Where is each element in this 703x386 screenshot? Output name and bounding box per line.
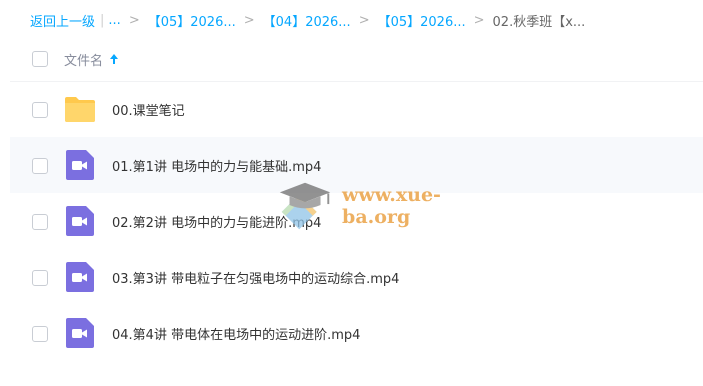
graduation-cap-logo-icon — [279, 182, 331, 230]
file-row-video[interactable]: 04.第4讲 带电体在电场中的运动进阶.mp4 — [10, 305, 703, 361]
file-name[interactable]: 04.第4讲 带电体在电场中的运动进阶.mp4 — [112, 324, 360, 343]
row-checkbox[interactable] — [32, 158, 48, 174]
file-name[interactable]: 03.第3讲 带电粒子在匀强电场中的运动综合.mp4 — [112, 268, 399, 287]
video-file-icon — [66, 318, 94, 348]
file-name[interactable]: 00.课堂笔记 — [112, 100, 185, 119]
breadcrumb: 返回上一级 | ... > 【05】2026... > 【04】2026... … — [30, 10, 585, 30]
sort-ascending-icon[interactable] — [109, 53, 119, 65]
breadcrumb-divider: | — [100, 12, 105, 28]
video-file-icon — [66, 262, 94, 292]
back-link[interactable]: 返回上一级 — [30, 11, 95, 30]
video-file-icon — [66, 206, 94, 236]
breadcrumb-item-1[interactable]: 【05】2026... — [148, 11, 236, 30]
breadcrumb-item-2[interactable]: 【04】2026... — [263, 11, 351, 30]
video-file-icon — [66, 150, 94, 180]
chevron-right-icon: > — [128, 12, 140, 28]
breadcrumb-ellipsis[interactable]: ... — [108, 13, 120, 28]
column-header-filename[interactable]: 文件名 — [64, 50, 119, 69]
file-list-header: 文件名 — [10, 37, 703, 82]
watermark-text: www.xue-ba.org — [342, 184, 441, 228]
column-header-label: 文件名 — [64, 53, 104, 69]
file-name[interactable]: 01.第1讲 电场中的力与能基础.mp4 — [112, 156, 321, 175]
row-checkbox[interactable] — [32, 102, 48, 118]
row-checkbox[interactable] — [32, 270, 48, 286]
breadcrumb-current: 02.秋季班【x... — [492, 14, 586, 30]
select-all-checkbox[interactable] — [32, 51, 48, 67]
chevron-right-icon: > — [473, 12, 485, 28]
chevron-right-icon: > — [243, 12, 255, 28]
breadcrumb-item-3[interactable]: 【05】2026... — [378, 11, 466, 30]
watermark: www.xue-ba.org — [274, 178, 504, 234]
file-row-folder[interactable]: 00.课堂笔记 — [10, 81, 703, 137]
row-checkbox[interactable] — [32, 214, 48, 230]
chevron-right-icon: > — [358, 12, 370, 28]
file-row-video[interactable]: 03.第3讲 带电粒子在匀强电场中的运动综合.mp4 — [10, 249, 703, 305]
folder-icon — [65, 97, 95, 122]
row-checkbox[interactable] — [32, 326, 48, 342]
